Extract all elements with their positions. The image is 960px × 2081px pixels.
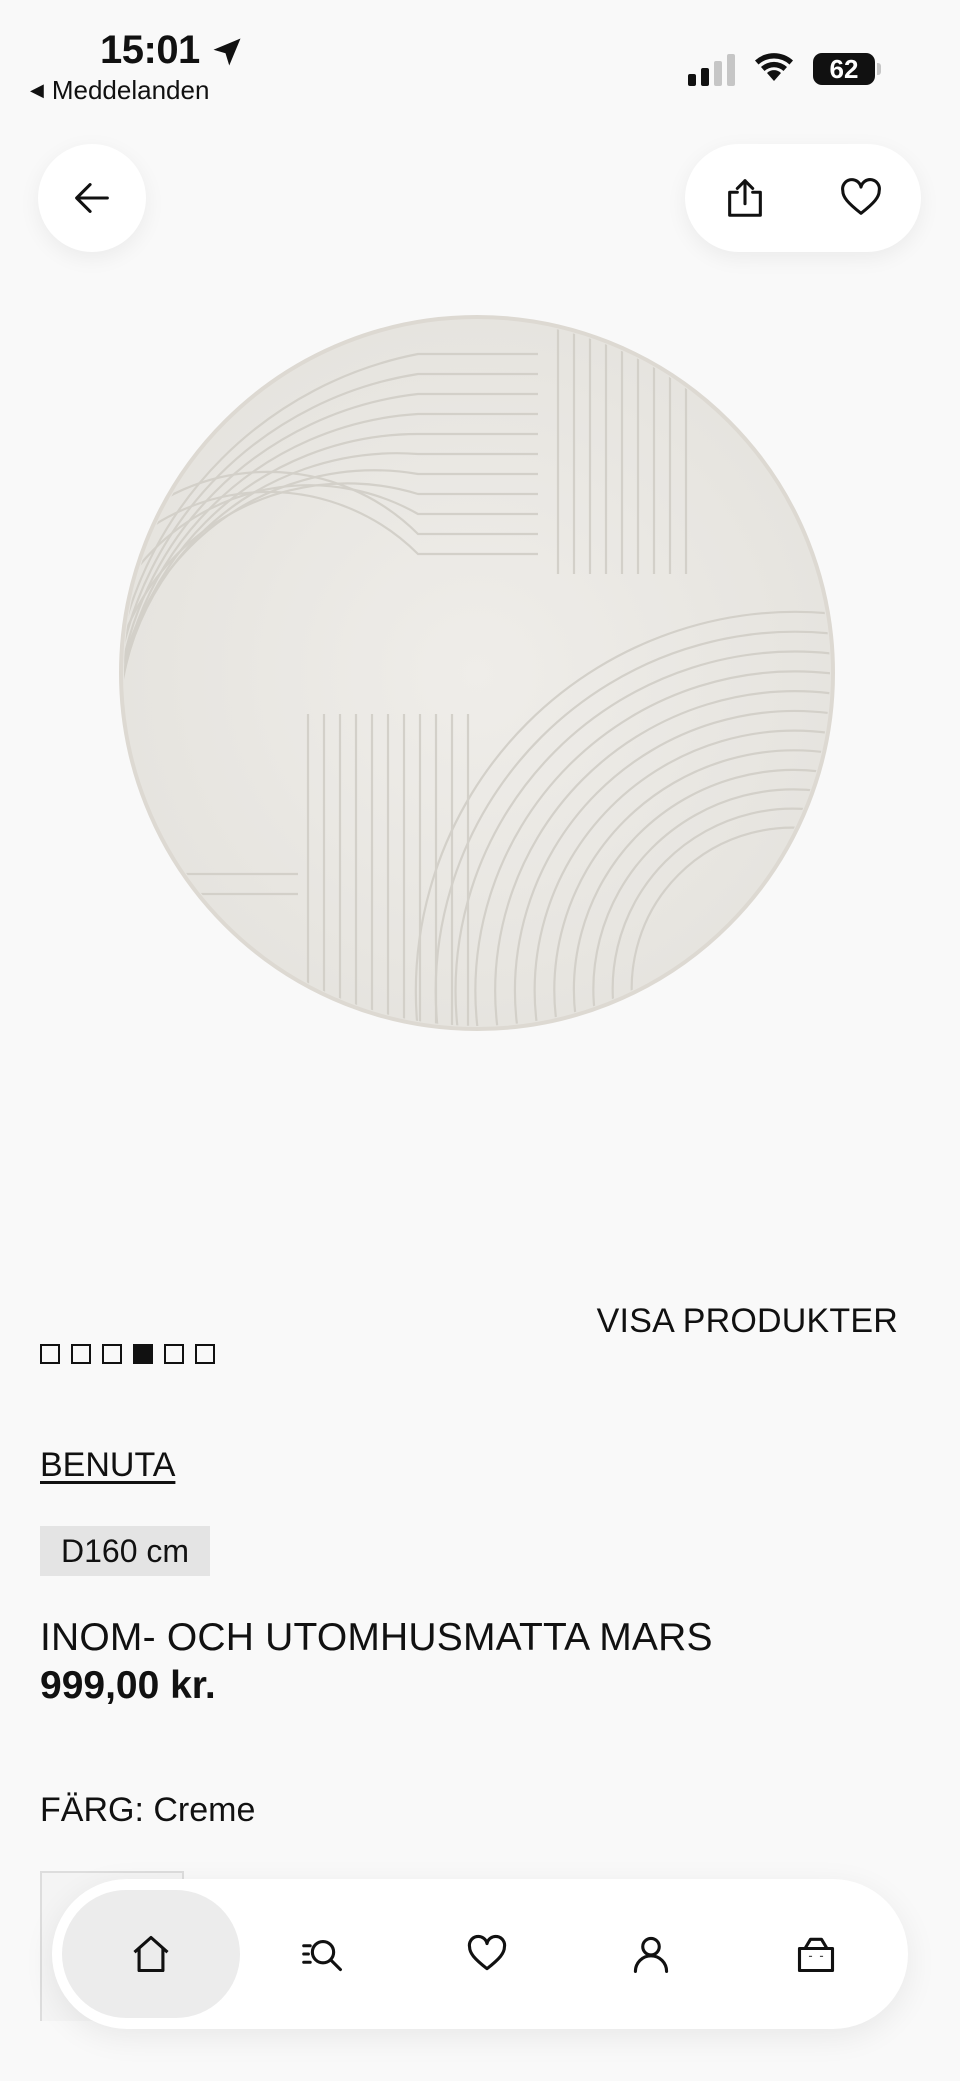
battery-indicator: 62 (813, 53, 875, 85)
size-label: D160 cm (61, 1532, 190, 1569)
color-label: FÄRG: Creme (40, 1791, 256, 1829)
nav-cart[interactable] (734, 1890, 898, 2018)
share-icon (728, 179, 762, 217)
nav-wishlist[interactable] (405, 1890, 569, 2018)
clock: 15:01 (100, 28, 200, 72)
nav-search[interactable] (240, 1890, 404, 2018)
search-filter-icon (301, 1939, 342, 1972)
battery-level: 62 (829, 53, 859, 84)
location-arrow-icon (213, 38, 241, 66)
carousel-dot-1[interactable] (40, 1344, 60, 1364)
battery-tip (877, 63, 881, 75)
share-button[interactable] (721, 174, 769, 222)
bottom-navigation (52, 1879, 908, 2029)
carousel-dot-2[interactable] (71, 1344, 91, 1364)
cell-signal-icon (688, 52, 735, 86)
brand-link[interactable]: BENUTA (40, 1446, 175, 1485)
product-actions (685, 144, 921, 252)
wifi-icon (755, 53, 793, 81)
product-image-rug (119, 315, 835, 1031)
back-to-app-link[interactable]: ◀ Meddelanden (30, 75, 209, 106)
carousel-dot-4-active[interactable] (133, 1344, 153, 1364)
status-bar: 15:01 ◀ Meddelanden 62 (0, 0, 960, 110)
heart-icon (841, 178, 881, 215)
carousel-dot-5[interactable] (164, 1344, 184, 1364)
carousel-dots (40, 1344, 215, 1364)
carousel-dot-3[interactable] (102, 1344, 122, 1364)
product-title: INOM- OCH UTOMHUSMATTA MARS (40, 1616, 713, 1659)
back-app-label: Meddelanden (51, 75, 210, 105)
size-badge: D160 cm (40, 1526, 211, 1576)
product-price: 999,00 kr. (40, 1664, 216, 1707)
arrow-left-icon (75, 183, 109, 213)
back-triangle-icon: ◀ (30, 80, 44, 100)
back-button[interactable] (38, 144, 146, 252)
home-icon (133, 1935, 169, 1973)
show-products-link[interactable]: VISA PRODUKTER (597, 1302, 898, 1341)
carousel-dot-6[interactable] (195, 1344, 215, 1364)
nav-home[interactable] (62, 1890, 241, 2018)
product-image-carousel[interactable] (0, 290, 960, 1080)
nav-account[interactable] (569, 1890, 733, 2018)
shopping-bag-icon (797, 1937, 834, 1973)
person-icon (634, 1936, 669, 1973)
heart-icon (467, 1934, 507, 1971)
favorite-button[interactable] (837, 174, 885, 222)
